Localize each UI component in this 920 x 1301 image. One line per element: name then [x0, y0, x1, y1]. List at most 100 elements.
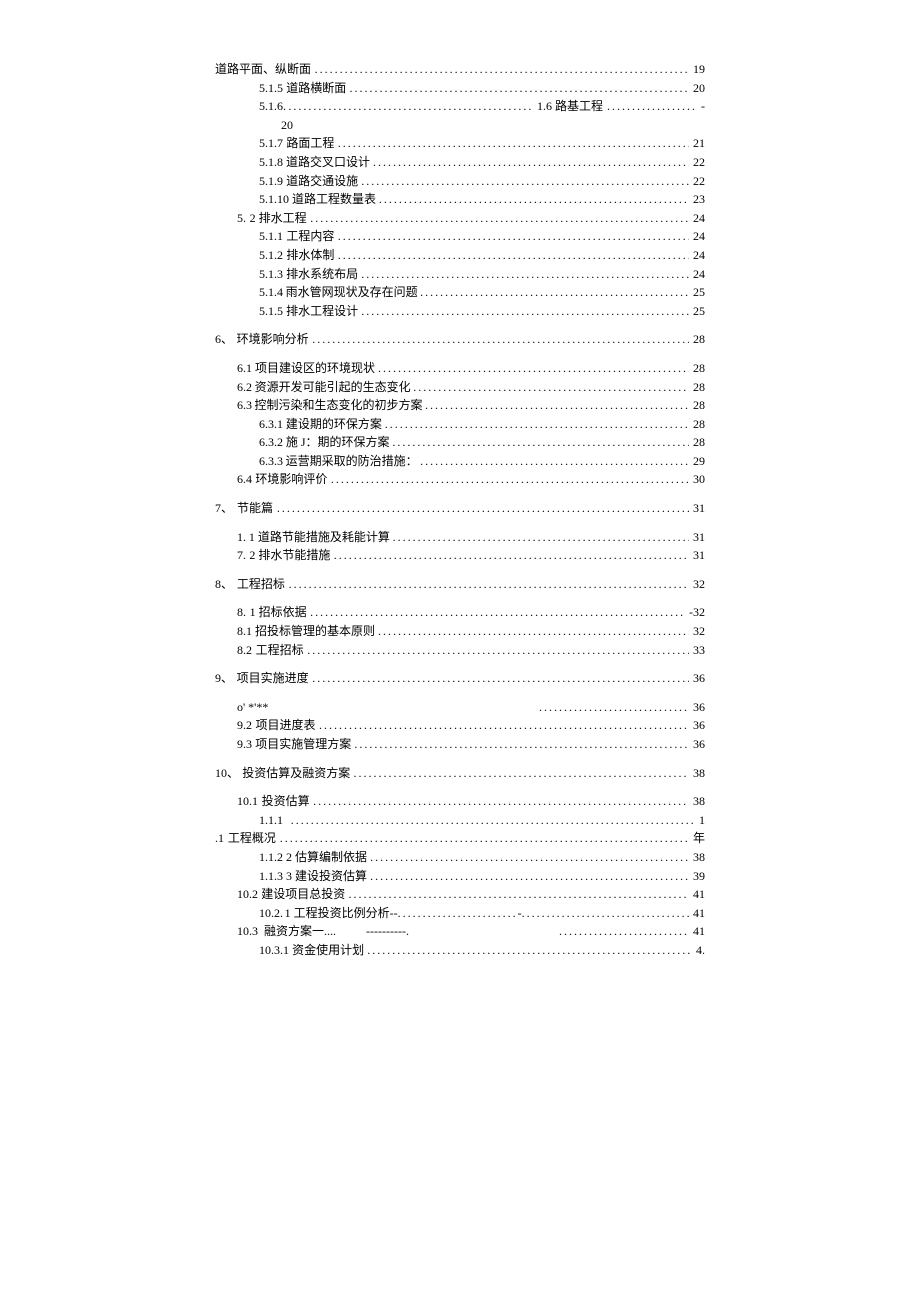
- toc-label: 道路交叉口设计: [286, 153, 370, 172]
- toc-leader-dots: [361, 265, 689, 284]
- table-of-contents: 道路平面、纵断面195.1.5道路横断面205.1.6.1.6 路基工程-205…: [215, 60, 705, 960]
- toc-page: 39: [689, 867, 705, 886]
- toc-number: 5.1.9: [259, 172, 283, 191]
- toc-page: 36: [689, 669, 705, 688]
- toc-leader-dots: [373, 153, 689, 172]
- toc-leader-dots: [307, 641, 689, 660]
- toc-label: 投资估算及融资方案: [242, 764, 350, 783]
- toc-entry: 8.2工程招标33: [237, 641, 705, 660]
- toc-leader-dots: [338, 134, 689, 153]
- toc-page: 4.: [692, 941, 705, 960]
- toc-label: 道路平面、纵断面: [215, 60, 311, 79]
- toc-entry: 9.3项目实施管理方案36: [237, 735, 705, 754]
- toc-label: 2 排水节能措施: [249, 546, 330, 565]
- toc-number: 1.: [237, 528, 246, 547]
- toc-page: 1: [695, 811, 705, 830]
- toc-number: 9、: [215, 669, 233, 688]
- toc-leader-dots: [367, 941, 692, 960]
- toc-leader-dots: [277, 499, 689, 518]
- toc-entry: 7、节能篇31: [215, 499, 705, 518]
- toc-label: 2 排水工程: [250, 209, 307, 228]
- toc-entry: 10.3.1资金使用计划4.: [259, 941, 705, 960]
- toc-number: 10.2.: [259, 904, 283, 923]
- toc-leader-dots: [361, 172, 689, 191]
- toc-leader-dots: [393, 528, 689, 547]
- toc-label: 道路横断面: [286, 79, 346, 98]
- toc-leader-dots: [420, 283, 689, 302]
- toc-leader-dots: [361, 302, 689, 321]
- toc-number: 1.1.3 3: [259, 867, 292, 886]
- toc-page: 20: [689, 79, 705, 98]
- toc-number: 6.2: [237, 378, 252, 397]
- toc-page: 21: [689, 134, 705, 153]
- toc-entry: 5.1.9道路交通设施22: [259, 172, 705, 191]
- toc-entry: 9、项目实施进度 36: [215, 669, 705, 688]
- toc-entry: .1工程概况年: [215, 829, 705, 848]
- toc-entry: 5.1.5道路横断面20: [259, 79, 705, 98]
- toc-page: 36: [689, 716, 705, 735]
- toc-entry: 6.3.3运营期采取的防治措施：29: [259, 452, 705, 471]
- toc-entry: 8.1招投标管理的基本原则32: [237, 622, 705, 641]
- toc-label: 环境影响分析: [237, 330, 309, 349]
- toc-label: 资金使用计划: [292, 941, 364, 960]
- toc-number: 7、: [215, 499, 233, 518]
- toc-leader-dots: [413, 378, 689, 397]
- toc-page: 25: [689, 283, 705, 302]
- toc-leader-dots: [310, 603, 685, 622]
- toc-entry: 5.1.10道路工程数量表23: [259, 190, 705, 209]
- toc-entry: 7.2 排水节能措施31: [237, 546, 705, 565]
- toc-entry: 6.1项目建设区的环境现状28: [237, 359, 705, 378]
- toc-label: 节能篇: [237, 499, 273, 518]
- toc-label: 项目建设区的环境现状: [255, 359, 375, 378]
- toc-entry: 5.1.1工程内容24: [259, 227, 705, 246]
- toc-entry: 1.1.11: [259, 811, 705, 830]
- toc-page: 28: [689, 433, 705, 452]
- toc-leader-dots: [310, 209, 689, 228]
- toc-page: 年: [689, 829, 705, 848]
- toc-entry: 20: [281, 116, 705, 135]
- toc-page: 19: [689, 60, 705, 79]
- toc-leader-dots: [425, 396, 689, 415]
- toc-number: 10.2: [237, 885, 258, 904]
- toc-number: 5.1.5: [259, 302, 283, 321]
- toc-label: 建设期的环保方案: [286, 415, 382, 434]
- toc-number: 10.3: [237, 922, 258, 941]
- toc-number: 8.: [237, 603, 246, 622]
- toc-page: 29: [689, 452, 705, 471]
- toc-page: 32: [689, 622, 705, 641]
- toc-leader-dots: [378, 622, 689, 641]
- toc-page: 22: [689, 172, 705, 191]
- toc-number: 6.3.2: [259, 433, 283, 452]
- toc-page: 31: [689, 546, 705, 565]
- toc-page: 32: [689, 575, 705, 594]
- toc-label: 20: [281, 116, 293, 135]
- toc-entry: 道路平面、纵断面 19: [215, 60, 705, 79]
- toc-leader-dots: [370, 848, 689, 867]
- toc-leader-dots: [315, 60, 689, 79]
- toc-entry: 6.4环境影响评价30: [237, 470, 705, 489]
- toc-entry: 1.1.3 3建设投资估算39: [259, 867, 705, 886]
- toc-leader-dots: [385, 415, 689, 434]
- toc-leader-dots: [370, 867, 689, 886]
- toc-number: 6.4: [237, 470, 252, 489]
- toc-entry: 1.1.2 2估算编制依据38: [259, 848, 705, 867]
- toc-leader-dots: [392, 433, 689, 452]
- toc-page: 24: [689, 209, 705, 228]
- toc-entry: 6.3控制污染和生态变化的初步方案28: [237, 396, 705, 415]
- toc-leader-dots: [312, 330, 689, 349]
- toc-mid-label: 1.6 路基工程: [533, 97, 607, 116]
- toc-page: 33: [689, 641, 705, 660]
- toc-label: 工程招标: [256, 641, 304, 660]
- toc-number: 6.3.3: [259, 452, 283, 471]
- toc-number: 5.1.3: [259, 265, 283, 284]
- toc-label: 估算编制依据: [295, 848, 367, 867]
- toc-page: 23: [689, 190, 705, 209]
- toc-entry: 5.2 排水工程24: [237, 209, 705, 228]
- toc-page: 38: [689, 792, 705, 811]
- toc-leader-dots: [313, 792, 689, 811]
- toc-entry: 5.1.2排水体制24: [259, 246, 705, 265]
- toc-label: 项目实施进度: [237, 669, 309, 688]
- toc-page: 28: [689, 359, 705, 378]
- toc-number: 6.3.1: [259, 415, 283, 434]
- toc-number: 5.1.1: [259, 227, 283, 246]
